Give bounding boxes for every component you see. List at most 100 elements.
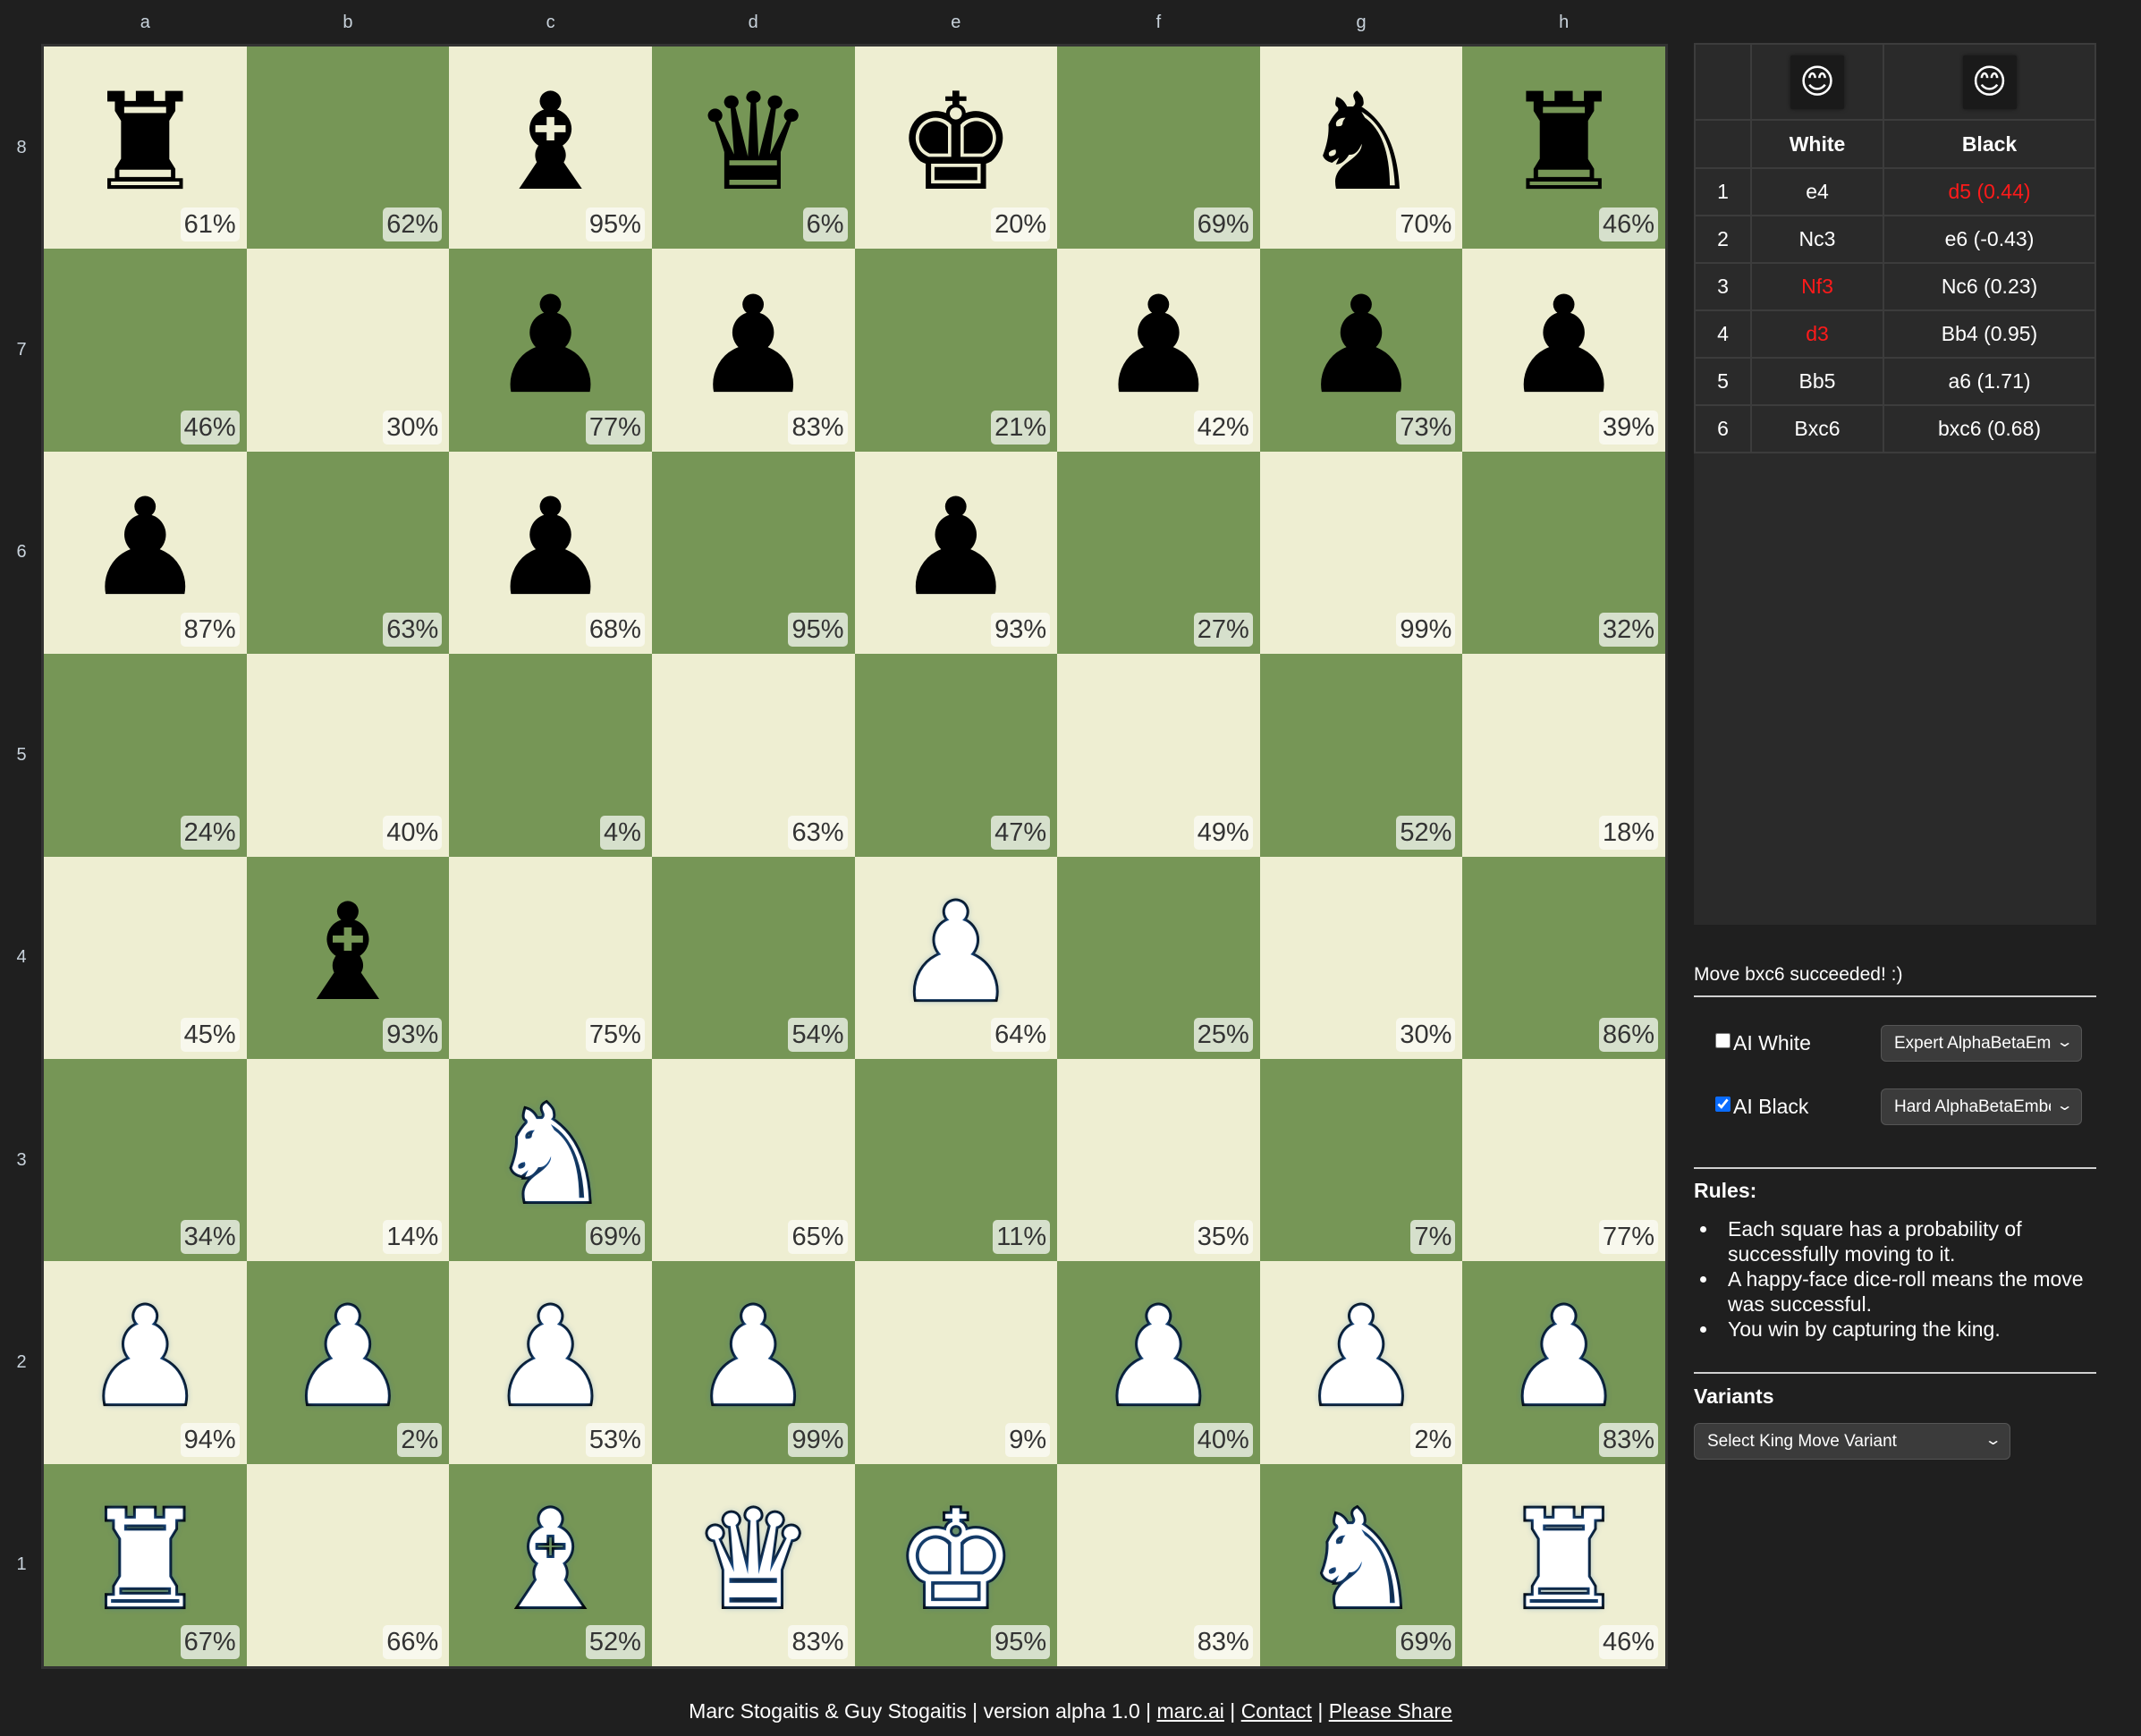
square-a7[interactable]: 46% (44, 249, 247, 452)
square-g1[interactable]: ♞ 69% (1259, 1463, 1463, 1666)
file-label: a (140, 13, 150, 32)
square-c4[interactable]: 75% (449, 856, 652, 1059)
move-row: 1 e4 d5 (0.44) (1694, 167, 2096, 216)
square-d8[interactable]: ♛ 6% (651, 47, 855, 250)
square-g6[interactable]: 99% (1259, 451, 1463, 655)
square-e8[interactable]: ♚ 20% (854, 47, 1058, 250)
ai-black-engine-select[interactable]: Hard AlphaBetaEmbedding ⌄ (1881, 1088, 2082, 1125)
square-d2[interactable]: ♟ 99% (651, 1261, 855, 1464)
square-e4[interactable]: ♟ 64% (854, 856, 1058, 1059)
king-move-variant-select[interactable]: Select King Move Variant ⌄ (1694, 1423, 2010, 1460)
square-probability: 95% (585, 207, 645, 242)
square-h7[interactable]: ♟ 39% (1462, 249, 1665, 452)
square-d5[interactable]: 63% (651, 654, 855, 857)
square-a8[interactable]: ♜ 61% (44, 47, 247, 250)
square-h6[interactable]: 32% (1462, 451, 1665, 655)
ai-white-engine-select[interactable]: Expert AlphaBetaEmbedding ⌄ (1881, 1025, 2082, 1062)
header-black: Black (1883, 119, 2096, 169)
square-probability: 54% (788, 1017, 848, 1052)
square-f8[interactable]: 69% (1057, 47, 1260, 250)
square-probability: 75% (585, 1017, 645, 1052)
move-row: 3 Nf3 Nc6 (0.23) (1694, 262, 2096, 311)
square-b4[interactable]: ♝ 93% (246, 856, 450, 1059)
square-e2[interactable]: 9% (854, 1261, 1058, 1464)
square-g3[interactable]: 7% (1259, 1058, 1463, 1262)
square-f5[interactable]: 49% (1057, 654, 1260, 857)
square-a6[interactable]: ♟ 87% (44, 451, 247, 655)
ai-white-label[interactable]: AI White (1715, 1031, 1881, 1055)
square-probability: 39% (1598, 410, 1658, 445)
square-f6[interactable]: 27% (1057, 451, 1260, 655)
square-g8[interactable]: ♞ 70% (1259, 47, 1463, 250)
square-f7[interactable]: ♟ 42% (1057, 249, 1260, 452)
square-probability: 93% (383, 1017, 443, 1052)
square-a1[interactable]: ♜ 67% (44, 1463, 247, 1666)
square-e5[interactable]: 47% (854, 654, 1058, 857)
square-g7[interactable]: ♟ 73% (1259, 249, 1463, 452)
square-b3[interactable]: 14% (246, 1058, 450, 1262)
square-b6[interactable]: 63% (246, 451, 450, 655)
divider (1694, 995, 2096, 997)
square-probability: 83% (1193, 1625, 1253, 1659)
square-f4[interactable]: 25% (1057, 856, 1260, 1059)
square-probability: 30% (1396, 1017, 1456, 1052)
square-probability: 77% (1598, 1220, 1658, 1255)
square-f1[interactable]: 83% (1057, 1463, 1260, 1666)
square-a3[interactable]: 34% (44, 1058, 247, 1262)
square-c8[interactable]: ♝ 95% (449, 47, 652, 250)
ai-white-checkbox[interactable] (1715, 1033, 1731, 1048)
square-f3[interactable]: 35% (1057, 1058, 1260, 1262)
square-d6[interactable]: 95% (651, 451, 855, 655)
square-g4[interactable]: 30% (1259, 856, 1463, 1059)
ai-black-label[interactable]: AI Black (1715, 1095, 1881, 1119)
square-c6[interactable]: ♟ 68% (449, 451, 652, 655)
square-probability: 65% (788, 1220, 848, 1255)
white-move: Nf3 (1750, 262, 1884, 311)
square-c1[interactable]: ♝ 52% (449, 1463, 652, 1666)
ai-black-row: AI Black Hard AlphaBetaEmbedding ⌄ (1715, 1088, 2096, 1125)
square-c3[interactable]: ♞ 69% (449, 1058, 652, 1262)
square-c2[interactable]: ♟ 53% (449, 1261, 652, 1464)
rule-item: Each square has a probability of success… (1719, 1216, 2096, 1266)
square-b5[interactable]: 40% (246, 654, 450, 857)
square-e1[interactable]: ♚ 95% (854, 1463, 1058, 1666)
square-d1[interactable]: ♛ 83% (651, 1463, 855, 1666)
square-f2[interactable]: ♟ 40% (1057, 1261, 1260, 1464)
square-e3[interactable]: 11% (854, 1058, 1058, 1262)
happy-face-dice-icon: 😊 (1962, 55, 2017, 109)
square-h1[interactable]: ♜ 46% (1462, 1463, 1665, 1666)
square-e7[interactable]: 21% (854, 249, 1058, 452)
ai-black-checkbox[interactable] (1715, 1097, 1731, 1112)
square-c7[interactable]: ♟ 77% (449, 249, 652, 452)
square-probability: 49% (1193, 815, 1253, 850)
square-c5[interactable]: 4% (449, 654, 652, 857)
square-h4[interactable]: 86% (1462, 856, 1665, 1059)
footer: Marc Stogaitis & Guy Stogaitis | version… (0, 1699, 2141, 1723)
square-b8[interactable]: 62% (246, 47, 450, 250)
rank-label: 4 (16, 947, 27, 968)
square-d4[interactable]: 54% (651, 856, 855, 1059)
square-d7[interactable]: ♟ 83% (651, 249, 855, 452)
marc-ai-link[interactable]: marc.ai (1157, 1699, 1224, 1723)
square-h3[interactable]: 77% (1462, 1058, 1665, 1262)
black-move: Nc6 (0.23) (1883, 262, 2096, 311)
square-h8[interactable]: ♜ 46% (1462, 47, 1665, 250)
square-probability: 9% (1005, 1422, 1051, 1457)
square-e6[interactable]: ♟ 93% (854, 451, 1058, 655)
square-a5[interactable]: 24% (44, 654, 247, 857)
square-g2[interactable]: ♟ 2% (1259, 1261, 1463, 1464)
square-d3[interactable]: 65% (651, 1058, 855, 1262)
square-probability: 52% (1396, 815, 1456, 850)
square-b7[interactable]: 30% (246, 249, 450, 452)
square-a2[interactable]: ♟ 94% (44, 1261, 247, 1464)
square-b2[interactable]: ♟ 2% (246, 1261, 450, 1464)
square-g5[interactable]: 52% (1259, 654, 1463, 857)
contact-link[interactable]: Contact (1241, 1699, 1312, 1723)
ai-black-text: AI Black (1733, 1095, 1809, 1118)
square-b1[interactable]: 66% (246, 1463, 450, 1666)
square-h5[interactable]: 18% (1462, 654, 1665, 857)
square-h2[interactable]: ♟ 83% (1462, 1261, 1665, 1464)
move-row: 5 Bb5 a6 (1.71) (1694, 357, 2096, 406)
square-a4[interactable]: 45% (44, 856, 247, 1059)
please-share-link[interactable]: Please Share (1329, 1699, 1452, 1723)
